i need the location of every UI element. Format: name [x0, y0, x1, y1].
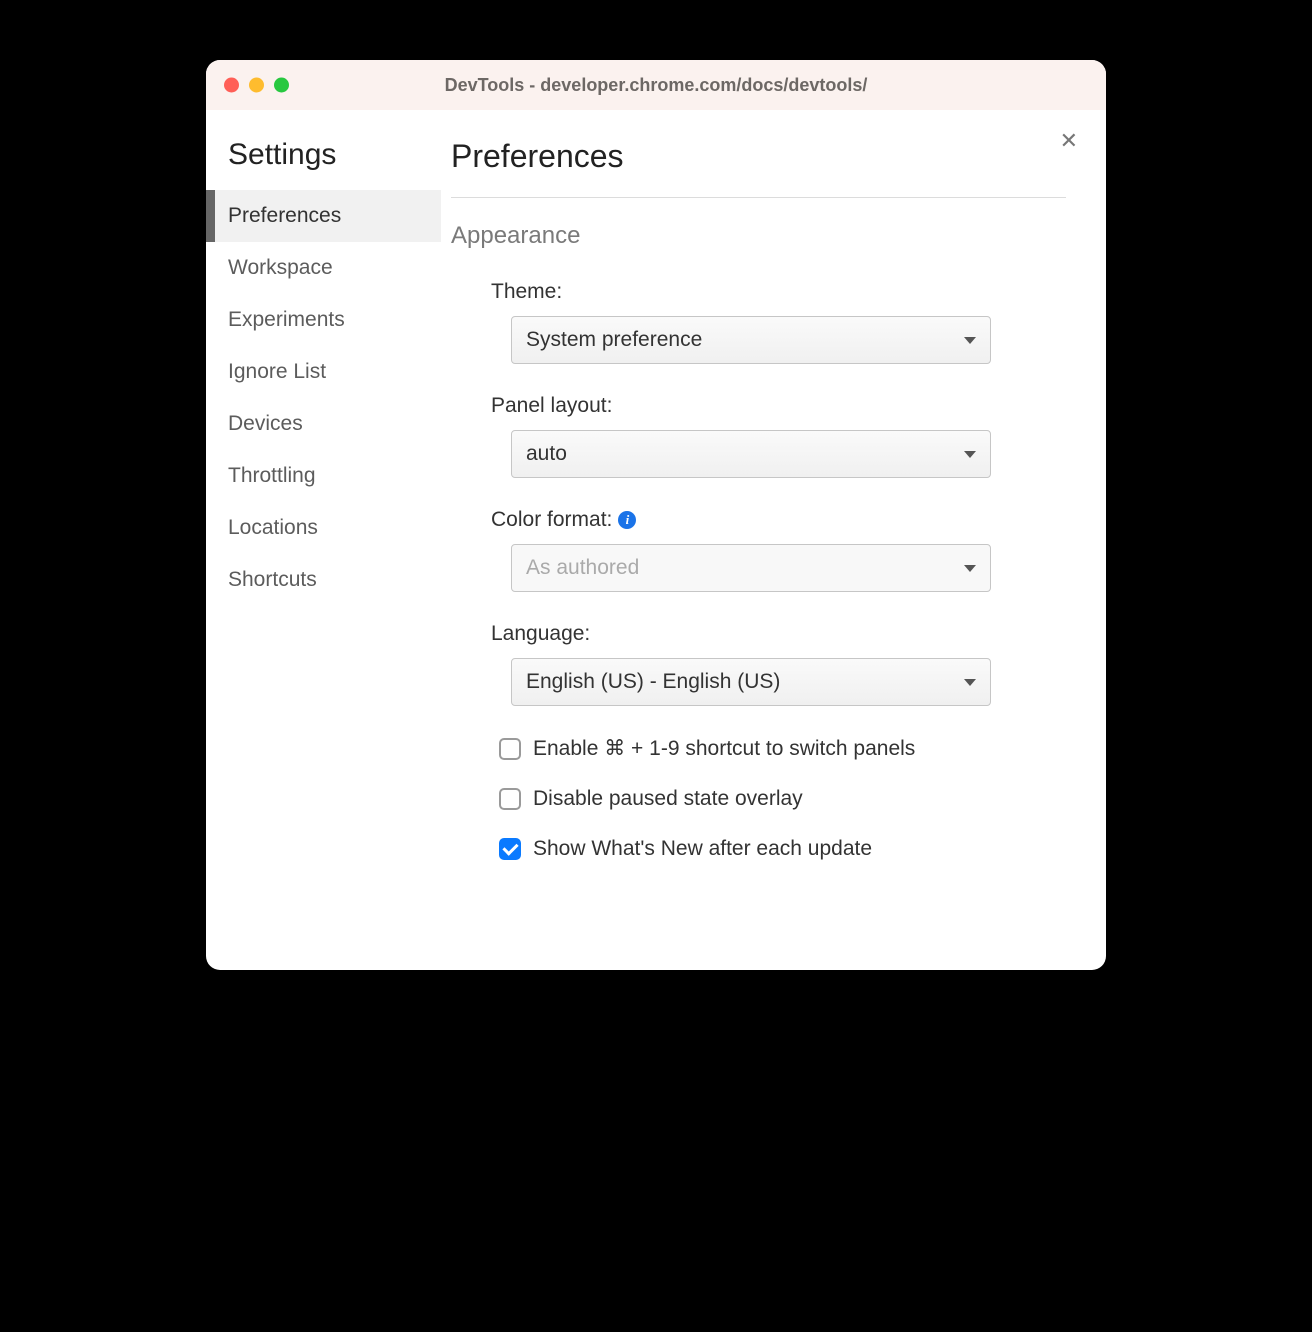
sidebar-title: Settings: [206, 138, 441, 190]
checkbox-icon: [499, 788, 521, 810]
panel-layout-select-value: auto: [526, 442, 567, 466]
color-format-select: As authored: [511, 544, 991, 592]
checkbox-enable-shortcut[interactable]: Enable ⌘ + 1-9 shortcut to switch panels: [499, 736, 1066, 761]
checkbox-label: Disable paused state overlay: [533, 787, 803, 811]
sidebar-item-workspace[interactable]: Workspace: [206, 242, 441, 294]
settings-sidebar: Settings Preferences Workspace Experimen…: [206, 110, 441, 970]
chevron-down-icon: [964, 337, 976, 344]
close-icon[interactable]: ✕: [1060, 130, 1078, 152]
sidebar-item-label: Devices: [228, 412, 303, 435]
color-format-label-text: Color format:: [491, 508, 612, 532]
checkbox-disable-paused-overlay[interactable]: Disable paused state overlay: [499, 787, 1066, 811]
checkbox-label: Show What's New after each update: [533, 837, 872, 861]
chevron-down-icon: [964, 679, 976, 686]
field-panel-layout: Panel layout: auto: [491, 394, 1066, 478]
panel-layout-label: Panel layout:: [491, 394, 1066, 418]
field-color-format: Color format: i As authored: [491, 508, 1066, 592]
color-format-select-value: As authored: [526, 556, 639, 580]
panel-layout-select[interactable]: auto: [511, 430, 991, 478]
checkbox-icon-checked: [499, 838, 521, 860]
sidebar-item-label: Ignore List: [228, 360, 326, 383]
sidebar-item-shortcuts[interactable]: Shortcuts: [206, 554, 441, 606]
close-window-button[interactable]: [224, 78, 239, 93]
sidebar-item-experiments[interactable]: Experiments: [206, 294, 441, 346]
sidebar-item-locations[interactable]: Locations: [206, 502, 441, 554]
devtools-settings-window: DevTools - developer.chrome.com/docs/dev…: [206, 60, 1106, 970]
theme-select[interactable]: System preference: [511, 316, 991, 364]
sidebar-item-label: Throttling: [228, 464, 316, 487]
checkbox-label: Enable ⌘ + 1-9 shortcut to switch panels: [533, 736, 915, 761]
section-appearance: Appearance: [451, 222, 1066, 250]
checkbox-icon: [499, 738, 521, 760]
window-titlebar: DevTools - developer.chrome.com/docs/dev…: [206, 60, 1106, 110]
field-language: Language: English (US) - English (US): [491, 622, 1066, 706]
checkbox-show-whats-new[interactable]: Show What's New after each update: [499, 837, 1066, 861]
language-select[interactable]: English (US) - English (US): [511, 658, 991, 706]
sidebar-item-throttling[interactable]: Throttling: [206, 450, 441, 502]
sidebar-item-label: Workspace: [228, 256, 333, 279]
field-theme: Theme: System preference: [491, 280, 1066, 364]
chevron-down-icon: [964, 451, 976, 458]
page-title: Preferences: [451, 138, 1066, 198]
language-select-value: English (US) - English (US): [526, 670, 780, 694]
sidebar-item-label: Locations: [228, 516, 318, 539]
language-label: Language:: [491, 622, 1066, 646]
minimize-window-button[interactable]: [249, 78, 264, 93]
theme-select-value: System preference: [526, 328, 702, 352]
sidebar-item-label: Experiments: [228, 308, 345, 331]
traffic-lights: [224, 78, 289, 93]
sidebar-item-label: Shortcuts: [228, 568, 317, 591]
sidebar-item-preferences[interactable]: Preferences: [206, 190, 441, 242]
theme-label: Theme:: [491, 280, 1066, 304]
sidebar-item-devices[interactable]: Devices: [206, 398, 441, 450]
chevron-down-icon: [964, 565, 976, 572]
info-icon[interactable]: i: [618, 511, 636, 529]
sidebar-item-label: Preferences: [228, 204, 341, 227]
maximize-window-button[interactable]: [274, 78, 289, 93]
window-title: DevTools - developer.chrome.com/docs/dev…: [445, 75, 868, 96]
sidebar-item-ignore-list[interactable]: Ignore List: [206, 346, 441, 398]
color-format-label: Color format: i: [491, 508, 1066, 532]
settings-body: ✕ Settings Preferences Workspace Experim…: [206, 110, 1106, 970]
settings-main: Preferences Appearance Theme: System pre…: [441, 110, 1106, 970]
